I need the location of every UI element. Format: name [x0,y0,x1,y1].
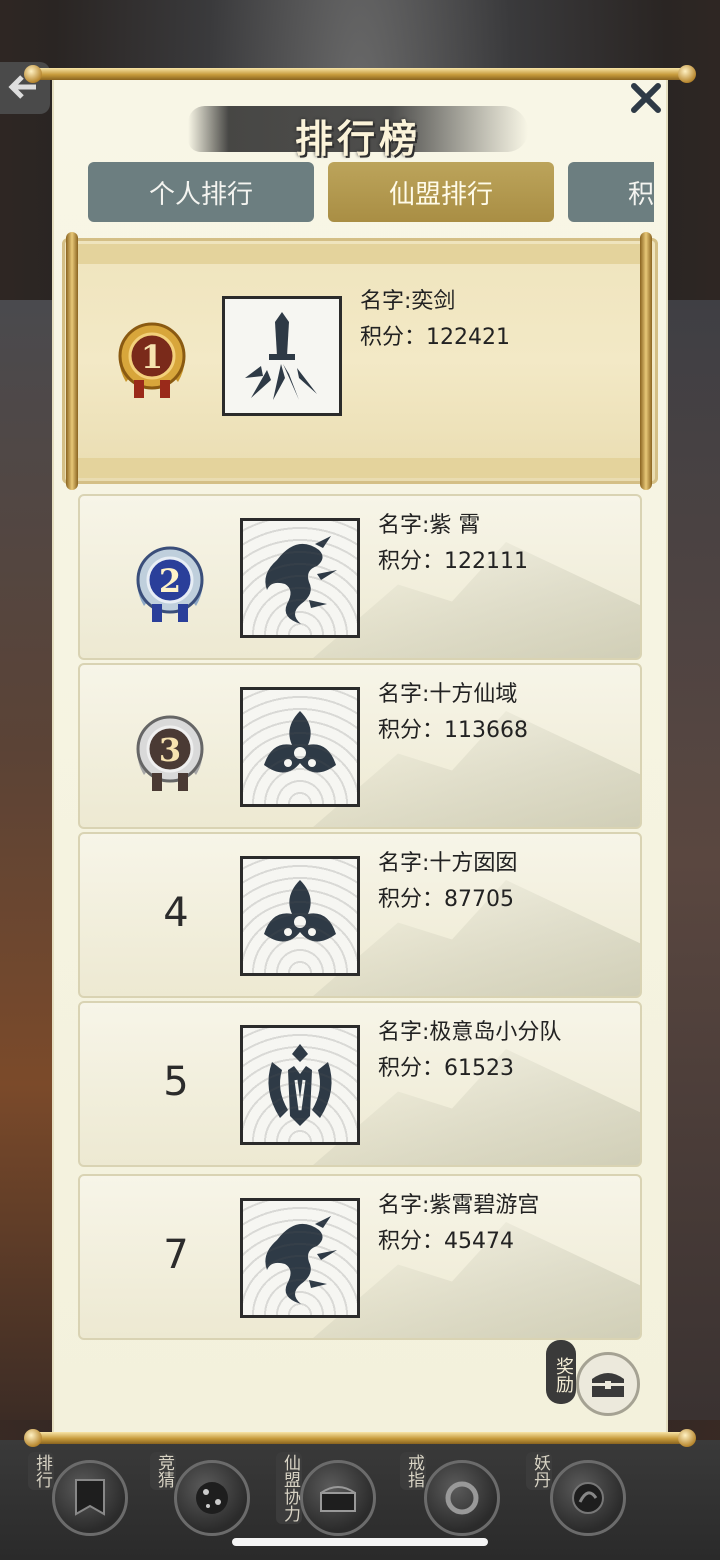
tab-alliance-ranking[interactable]: 仙盟排行 [328,162,554,222]
entry-name: 名字:紫 霄 [378,513,481,538]
entry-info: 名字:紫霄碧游宫 积分：45474 [378,1188,539,1260]
nav-label: 妖丹 [526,1452,552,1490]
wave-pattern [243,1028,357,1142]
entry-name: 名字:极意岛小分队 [378,1020,562,1045]
rank-number: 7 [163,1232,189,1278]
list-item[interactable]: 3 名字:十方仙域 积分：113668 [78,663,642,829]
ranking-dialog: 排行榜 个人排行 仙盟排行 积 1 名字:奕剑 积分：122421 2 名字:紫… [52,78,668,1434]
nav-item-ring[interactable]: 戒指 [400,1452,510,1552]
nav-label: 戒指 [400,1452,426,1490]
list-item[interactable]: 5 名字:极意岛小分队 积分：61523 [78,1001,642,1167]
list-item[interactable]: 1 名字:奕剑 积分：122421 [62,238,658,484]
scroll-end-right [640,232,652,490]
rank-number: 4 [163,890,189,936]
scroll-band-bottom [70,458,650,478]
entry-name: 名字:奕剑 [360,289,456,314]
wave-pattern [243,1201,357,1315]
list-item[interactable]: 2 名字:紫 霄 积分：122111 [78,494,642,660]
scroll-end-left [66,232,78,490]
close-button[interactable] [626,78,666,118]
rank-label: 1 [141,338,163,376]
orb-icon [550,1460,626,1536]
entry-info: 名字:极意岛小分队 积分：61523 [378,1015,561,1087]
nav-item-alliance-cooperation[interactable]: 仙盟协力 [276,1452,386,1552]
alliance-emblem [222,296,342,416]
entry-info: 名字:奕剑 积分：122421 [360,284,510,356]
entry-info: 名字:紫 霄 积分：122111 [378,508,528,580]
entry-score: 积分：87705 [378,887,514,912]
alliance-emblem [240,687,360,807]
entry-name: 名字:紫霄碧游宫 [378,1193,540,1218]
alliance-emblem [240,1025,360,1145]
dice-icon [174,1460,250,1536]
rank-label: 3 [159,731,181,769]
ring-icon [424,1460,500,1536]
sword-emblem-icon [245,312,317,400]
entry-info: 名字:十方仙域 积分：113668 [378,677,528,749]
nav-label: 竞猜 [150,1452,176,1490]
rank-number: 5 [163,1059,189,1105]
entry-info: 名字:十方囡囡 积分：87705 [378,846,517,918]
chest-icon [300,1460,376,1536]
entry-score: 积分：122111 [378,549,528,574]
scroll-rod-top [24,65,696,83]
my-alliance-entry[interactable]: 7 名字:紫霄碧游宫 积分：45474 [78,1174,642,1340]
reward-button[interactable]: 奖励 [546,1340,646,1430]
tab-personal-ranking[interactable]: 个人排行 [88,162,314,222]
silver-medal-icon: 3 [136,715,204,791]
nav-item-guess[interactable]: 竞猜 [150,1452,260,1552]
reward-circle [576,1352,640,1416]
ranking-tabs: 个人排行 仙盟排行 积 [88,162,654,222]
nav-label: 仙盟协力 [276,1452,302,1524]
home-indicator[interactable] [232,1538,488,1546]
entry-score: 积分：61523 [378,1056,514,1081]
alliance-emblem [240,1198,360,1318]
nav-label: 排行 [28,1452,54,1490]
entry-score: 积分：45474 [378,1229,514,1254]
entry-name: 名字:十方囡囡 [378,851,518,876]
wave-pattern [243,859,357,973]
scroll-band-top [70,244,650,264]
list-item[interactable]: 4 名字:十方囡囡 积分：87705 [78,832,642,998]
tab-points-ranking[interactable]: 积 [568,162,654,222]
alliance-emblem [240,856,360,976]
reward-label: 奖励 [546,1340,576,1404]
title-banner: 排行榜 [188,98,528,162]
wave-pattern [243,521,357,635]
nav-item-demon-core[interactable]: 妖丹 [526,1452,636,1552]
scroll-rod-bottom [24,1429,696,1447]
entry-score: 积分：113668 [378,718,528,743]
wave-pattern [243,690,357,804]
treasure-chest-icon [592,1373,624,1397]
close-icon [631,83,661,113]
alliance-emblem [240,518,360,638]
rank-label: 2 [159,562,181,600]
entry-name: 名字:十方仙域 [378,682,518,707]
nav-item-ranking[interactable]: 排行 [28,1452,138,1552]
blue-medal-icon: 2 [136,546,204,622]
gold-medal-icon: 1 [118,322,186,398]
entry-score: 积分：122421 [360,325,510,350]
banner-icon [52,1460,128,1536]
page-title: 排行榜 [294,116,421,161]
